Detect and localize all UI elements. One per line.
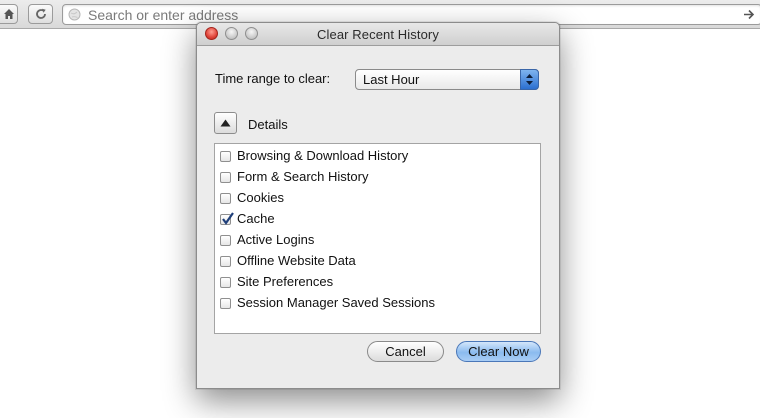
- item-label: Offline Website Data: [237, 253, 356, 268]
- time-range-label: Time range to clear:: [215, 71, 331, 86]
- history-items-list: Browsing & Download History Form & Searc…: [214, 143, 541, 334]
- select-arrows-icon: [520, 69, 539, 90]
- reload-icon: [35, 8, 46, 19]
- triangle-up-icon: [220, 119, 231, 127]
- globe-icon: [68, 8, 81, 21]
- checkbox-session-manager-saved-sessions[interactable]: [220, 298, 231, 309]
- arrow-right-icon[interactable]: [743, 8, 755, 21]
- checkbox-offline-website-data[interactable]: [220, 256, 231, 267]
- checkbox-cache[interactable]: [220, 212, 234, 225]
- item-label: Cache: [237, 211, 275, 226]
- home-icon: [3, 9, 14, 19]
- checkbox-site-preferences[interactable]: [220, 277, 231, 288]
- reload-button[interactable]: [28, 4, 53, 24]
- dialog-title: Clear Recent History: [317, 27, 439, 42]
- checkmark-icon: [222, 212, 234, 225]
- cancel-button[interactable]: Cancel: [367, 341, 444, 362]
- details-label: Details: [248, 117, 288, 132]
- clear-now-button[interactable]: Clear Now: [456, 341, 541, 362]
- item-label: Session Manager Saved Sessions: [237, 295, 436, 310]
- checkbox-active-logins[interactable]: [220, 235, 231, 246]
- checkbox-form-search-history[interactable]: [220, 172, 231, 183]
- item-label: Browsing & Download History: [237, 148, 409, 163]
- time-range-value: Last Hour: [363, 72, 420, 87]
- dialog-titlebar[interactable]: Clear Recent History: [197, 23, 559, 46]
- clear-history-dialog: Clear Recent History Time range to clear…: [196, 22, 560, 389]
- item-label: Cookies: [237, 190, 284, 205]
- checkbox-browsing-download-history[interactable]: [220, 151, 231, 162]
- details-toggle-button[interactable]: [214, 112, 237, 134]
- home-button[interactable]: [0, 4, 18, 24]
- item-label: Active Logins: [237, 232, 315, 247]
- item-label: Site Preferences: [237, 274, 334, 289]
- url-input[interactable]: [88, 6, 728, 23]
- time-range-select[interactable]: Last Hour: [355, 69, 539, 90]
- item-label: Form & Search History: [237, 169, 369, 184]
- checkbox-cookies[interactable]: [220, 193, 231, 204]
